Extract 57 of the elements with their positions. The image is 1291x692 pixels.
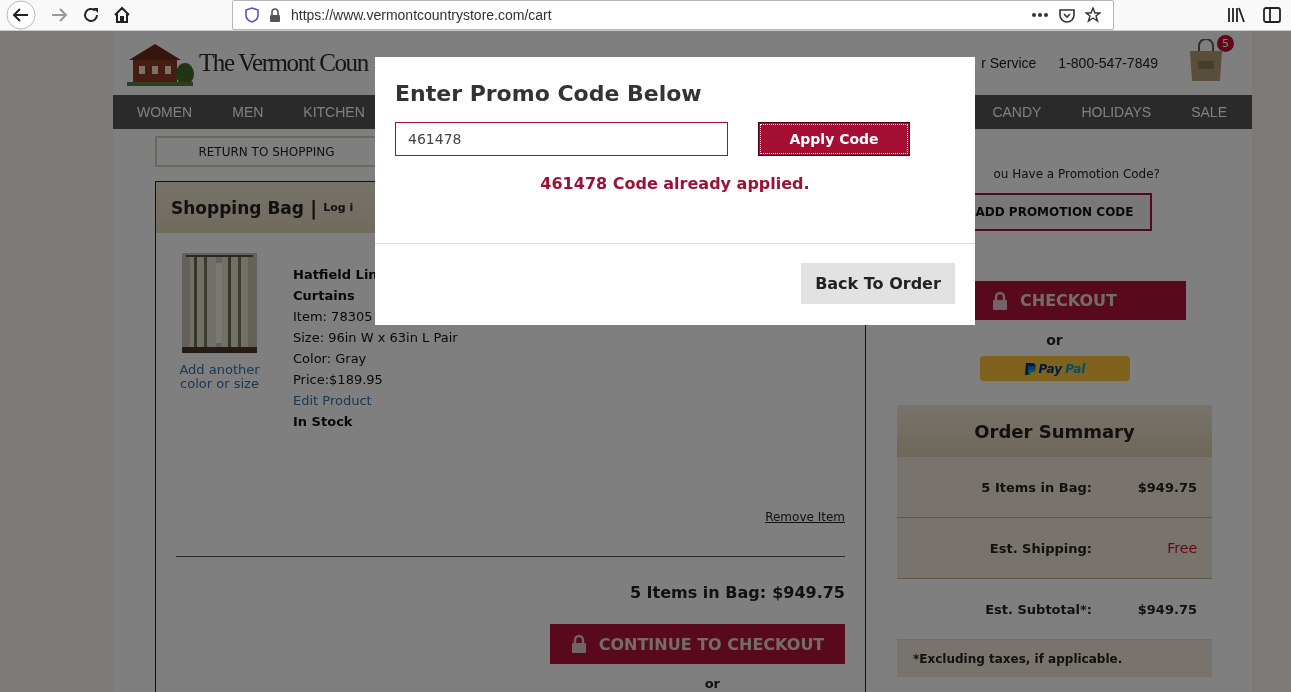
summary-label: 5 Items in Bag: [980,479,1092,495]
summary-note: *Excluding taxes, if applicable. [897,640,1212,677]
url-text: https://www.vermontcountrystore.com/cart [291,7,552,23]
login-link[interactable]: Log i [323,201,354,214]
edit-product-link[interactable]: Edit Product [293,390,458,411]
separator-text: | [310,195,318,220]
add-another-link[interactable]: Add another color or size [179,363,260,391]
product-detail: Price:$189.95 [293,371,384,389]
bag-total-label: 5 Items in Bag: [629,583,767,602]
lock-icon [992,290,1008,311]
promo-question: ou Have a Promotion Code? [993,167,1160,181]
or-text: or [703,676,721,691]
library-icon[interactable] [1227,7,1245,23]
store-logo-text[interactable]: The Vermont Coun [199,49,368,77]
summary-value: Free [1166,540,1197,556]
summary-title: Order Summary [974,420,1135,442]
nav-link[interactable]: HOLIDAYS [1081,104,1152,120]
nav-link[interactable]: CANDY [992,104,1042,120]
nav-link[interactable]: MEN [232,104,264,120]
remove-item-link[interactable]: Remove Item [765,510,845,524]
address-bar[interactable]: https://www.vermontcountrystore.com/cart [232,0,1114,30]
product-detail: Color: Gray [293,350,368,368]
reload-icon[interactable] [82,6,100,24]
apply-code-button[interactable]: Apply Code [758,122,910,156]
phone-number: 1-800-547-7849 [1058,55,1158,71]
or-text: or [1046,332,1063,348]
promo-code-field[interactable]: 461478 [395,122,728,156]
sidebar-icon[interactable] [1263,7,1281,23]
panel-title: Shopping Bag [171,197,304,218]
product-detail: Item: 78305 [293,308,374,326]
home-icon[interactable] [113,6,131,24]
customer-service-link[interactable]: r Service [981,55,1037,71]
stock-status: In Stock [293,413,354,431]
return-to-shopping-button[interactable]: RETURN TO SHOPPING [155,136,378,167]
nav-link[interactable]: WOMEN [137,104,193,120]
summary-label: Est. Subtotal*: [984,601,1092,617]
summary-label: Est. Shipping: [988,540,1092,556]
shield-icon[interactable] [245,7,259,23]
paypal-button[interactable]: Pay Pal [979,356,1130,381]
summary-value: $949.75 [1136,479,1197,495]
back-icon[interactable] [6,0,36,30]
dialog-title: Enter Promo Code Below [395,81,703,106]
nav-link[interactable]: SALE [1191,104,1227,120]
pocket-icon[interactable] [1059,7,1075,23]
star-icon[interactable] [1085,7,1101,23]
status-message: 461478 Code already applied. [539,174,811,193]
nav-link[interactable]: KITCHEN [303,104,365,120]
back-to-order-button[interactable]: Back To Order [801,263,955,304]
cart-count-badge: 5 [1217,35,1234,52]
paypal-logo-icon [1023,361,1036,376]
lock-icon [570,634,587,654]
more-icon[interactable] [1031,12,1049,18]
summary-value: $949.75 [1136,601,1197,617]
lock-icon [269,7,281,23]
bag-total-value: $949.75 [772,583,845,602]
continue-to-checkout-button[interactable]: CONTINUE TO CHECKOUT [550,624,845,664]
product-detail: Size: 96in W x 63in L Pair [293,329,458,347]
